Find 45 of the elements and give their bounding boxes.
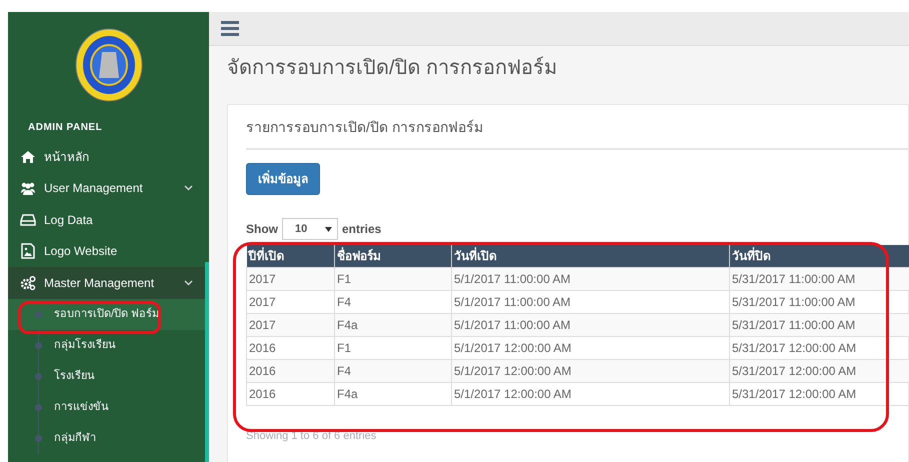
drive-icon [20,212,36,228]
show-label: Show [246,221,278,238]
sidebar-item[interactable]: User Management [8,172,205,204]
chevron-down-icon [184,185,193,192]
table-cell: F4a [334,382,452,406]
card-title: รายการรอบการเปิด/ปิด การกรอกฟอร์ม [246,117,908,150]
sidebar-item[interactable]: หน้าหลัก [8,141,205,172]
sidebar-subitem[interactable]: กลุ่มกีฬา [8,422,205,454]
entries-select[interactable]: 10 [282,218,338,240]
table-cell: 5/31/2017 12:00:00 AM [730,360,909,382]
sidebar-subitem[interactable]: การแข่งขัน [8,392,205,422]
table-cell: 2017 [246,314,334,336]
column-header: ปีที่เปิด [246,245,334,268]
sidebar-item[interactable]: Master Management [8,267,205,298]
table-cell: F4a [334,314,452,336]
bullet-dot [35,310,42,318]
caret-icon [325,226,332,232]
table-cell: 5/31/2017 11:00:00 AM [730,268,909,290]
sidebar-subitem[interactable]: กลุ่มโรงเรียน [8,330,205,360]
table-cell: 2017 [246,268,334,290]
column-header: ชื่อฟอร์ม [334,245,452,268]
table-cell: 5/1/2017 12:00:00 AM [452,360,730,382]
image-icon [20,243,36,260]
table-cell: 5/31/2017 11:00:00 AM [730,314,909,336]
users-icon [20,180,36,196]
column-header: วันที่ปิด [730,245,909,268]
page-title: จัดการรอบการเปิด/ปิด การกรอกฟอร์ม [226,56,558,81]
sidebar-item[interactable]: Logo Website [8,236,205,267]
sidebar-item[interactable]: Log Data [8,204,205,236]
table-cell: 5/1/2017 11:00:00 AM [452,268,730,290]
table-cell: 2016 [246,382,334,406]
panel-title: ADMIN PANEL [27,121,104,135]
add-button[interactable]: เพิ่มข้อมูล [246,163,320,195]
sidebar-subitem[interactable]: โรงเรียน [8,360,205,392]
table-cell: F4 [334,360,452,382]
table-cell: F1 [334,268,452,290]
table-cell: 2016 [246,360,334,382]
home-icon [20,148,36,165]
gears-icon [20,274,36,291]
menu-icon[interactable] [221,21,239,36]
entries-label: entries [342,221,382,238]
column-header: วันที่เปิด [452,245,730,268]
table-cell: 5/1/2017 11:00:00 AM [452,314,730,336]
table-cell: 5/1/2017 12:00:00 AM [452,382,730,406]
chevron-down-icon [184,280,193,286]
